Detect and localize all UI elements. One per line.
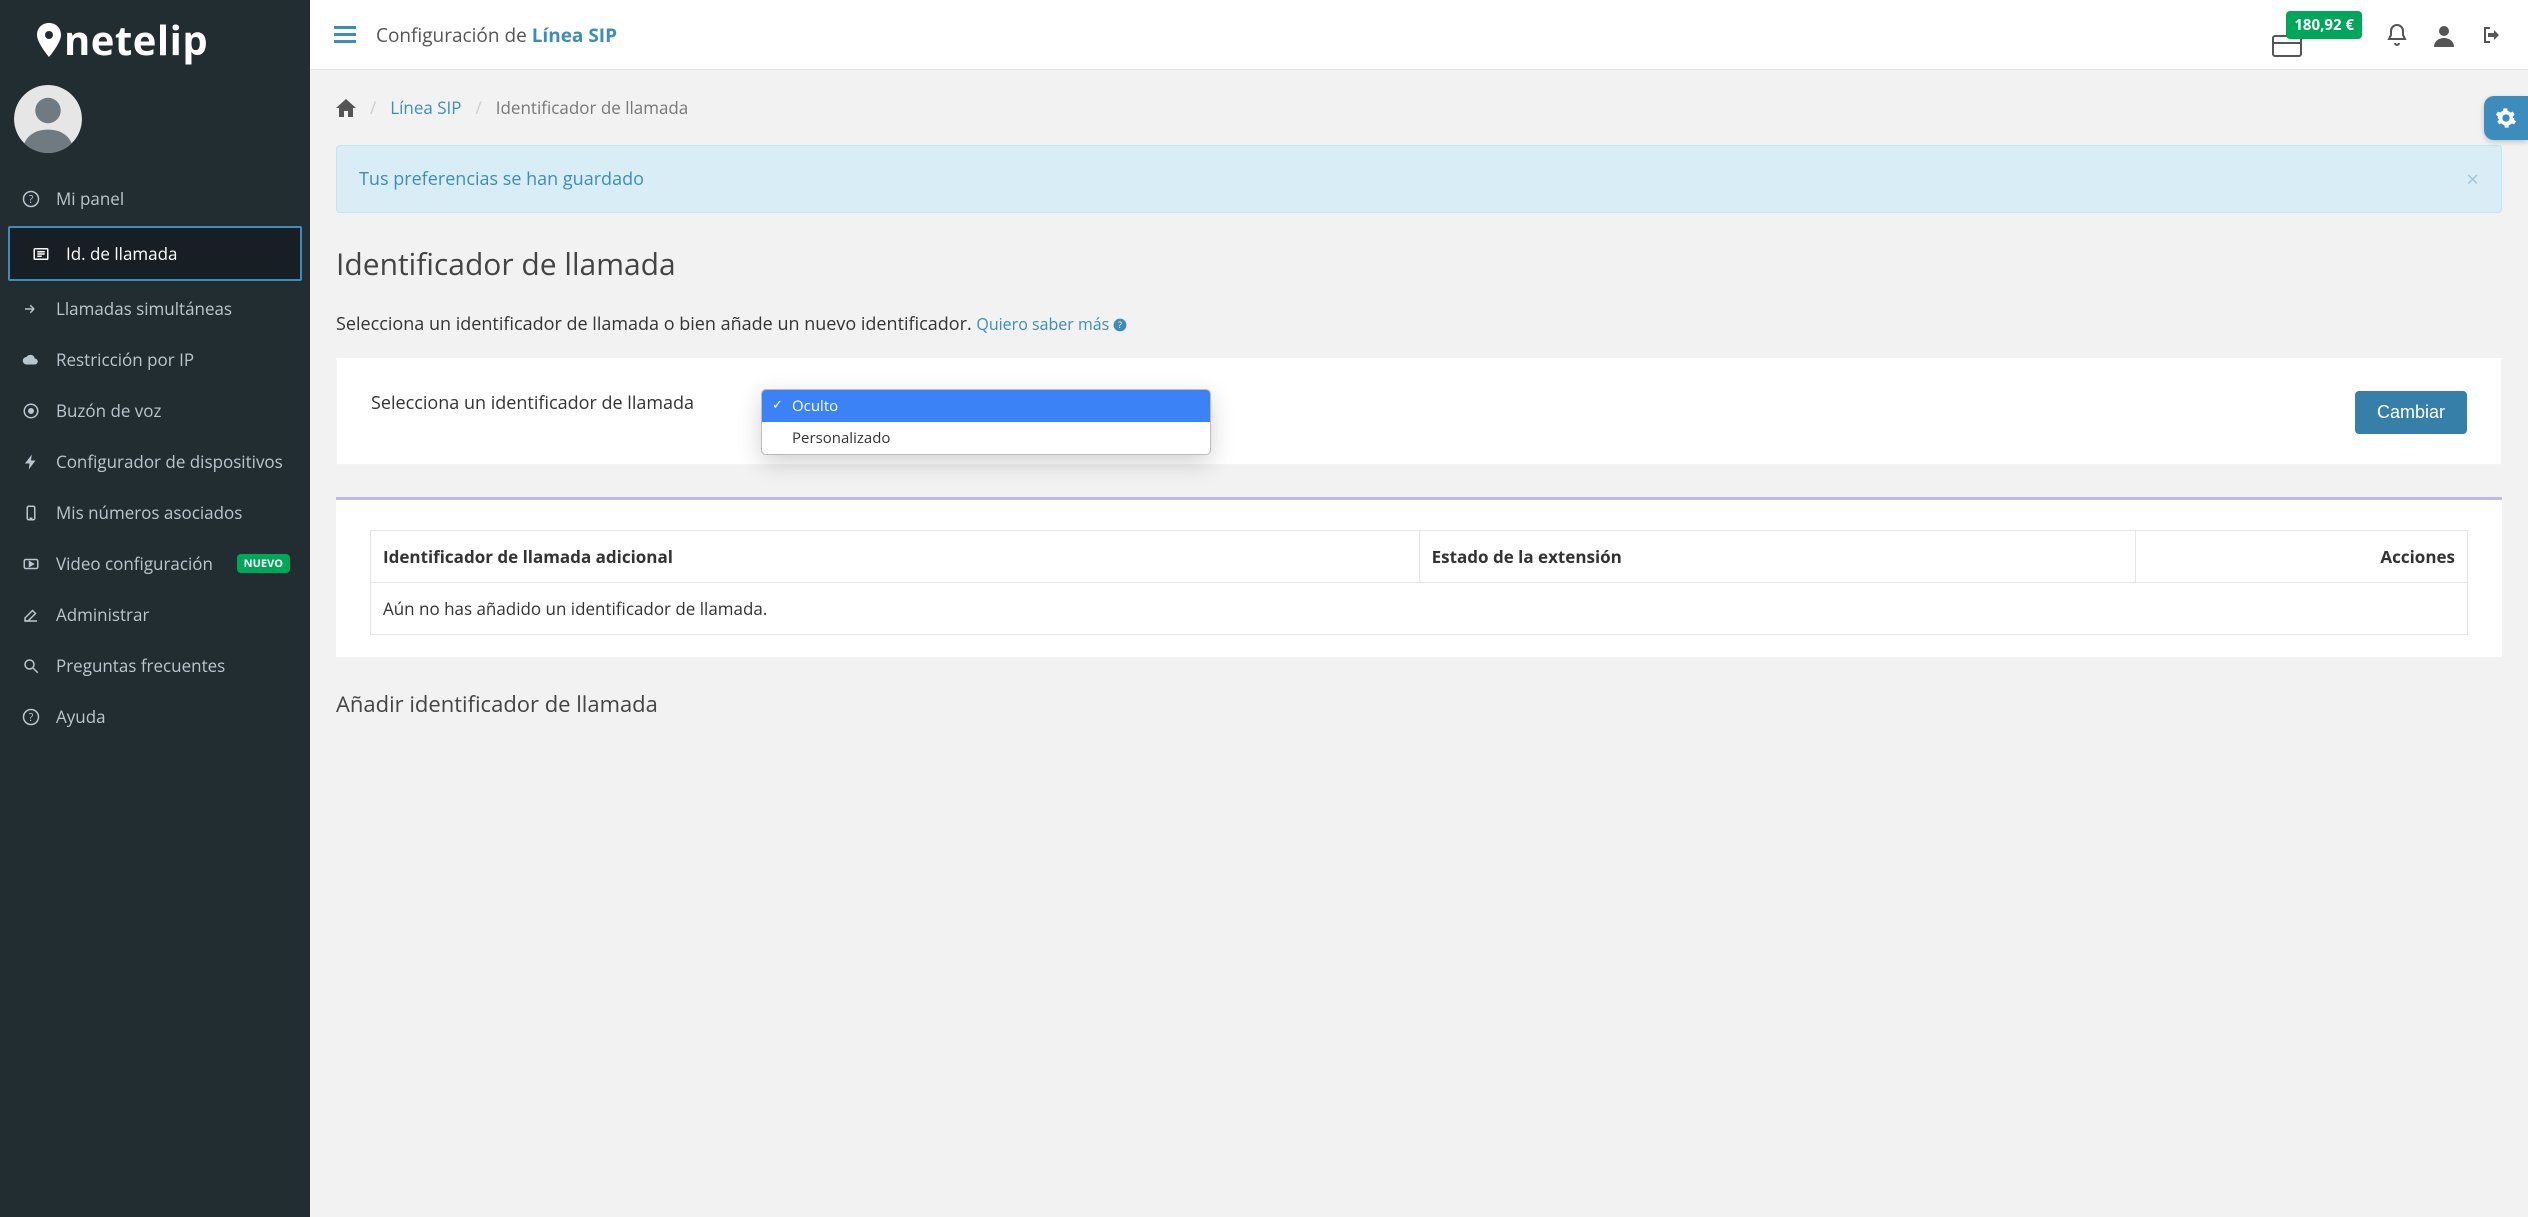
col-state: Estado de la extensión [1419, 531, 2136, 583]
table-row-empty: Aún no has añadido un identificador de l… [371, 583, 2468, 635]
pin-icon [36, 23, 62, 57]
phone-icon [20, 504, 42, 522]
breadcrumb: / Línea SIP / Identificador de llamada [336, 96, 2502, 119]
alert-success: Tus preferencias se han guardado × [336, 145, 2502, 213]
nav-buzon-voz[interactable]: Buzón de voz [0, 385, 310, 436]
settings-tab[interactable] [2484, 96, 2528, 140]
nav-menu: ? Mi panel Id. de llamada Llamadas simul… [0, 173, 310, 742]
nav-llamadas-simultaneas[interactable]: Llamadas simultáneas [0, 283, 310, 334]
play-icon [20, 555, 42, 573]
nav-numeros-asociados[interactable]: Mis números asociados [0, 487, 310, 538]
nav-mi-panel[interactable]: ? Mi panel [0, 173, 310, 224]
hamburger-icon[interactable] [334, 26, 356, 44]
brand-text: netelip [64, 12, 208, 67]
breadcrumb-link[interactable]: Línea SIP [390, 96, 461, 119]
id-card-icon [30, 245, 52, 263]
svg-text:?: ? [29, 192, 34, 206]
bell-icon[interactable] [2386, 23, 2408, 47]
balance-badge: 180,92 € [2286, 11, 2362, 39]
additional-ids-table: Identificador de llamada adicional Estad… [370, 530, 2468, 635]
col-actions: Acciones [2136, 531, 2468, 583]
logout-icon[interactable] [2480, 23, 2504, 47]
balance-widget[interactable]: 180,92 € [2286, 13, 2362, 57]
section-title: Identificador de llamada [336, 243, 2502, 284]
nav-label: Buzón de voz [56, 399, 162, 422]
nav-label: Configurador de dispositivos [56, 450, 283, 473]
home-icon[interactable] [336, 99, 356, 117]
col-id: Identificador de llamada adicional [371, 531, 1420, 583]
topbar-right: 180,92 € [2286, 13, 2504, 57]
cloud-icon [20, 351, 42, 369]
new-badge: NUEVO [237, 554, 290, 573]
nav-id-llamada[interactable]: Id. de llamada [8, 226, 302, 281]
nav-label: Video configuración [56, 552, 213, 575]
nav-administrar[interactable]: Administrar [0, 589, 310, 640]
separator: / [370, 96, 376, 119]
nav-video-config[interactable]: Video configuración NUEVO [0, 538, 310, 589]
bolt-icon [20, 453, 42, 471]
nav-label: Id. de llamada [66, 242, 177, 265]
nav-label: Mi panel [56, 187, 124, 210]
user-icon[interactable] [2432, 23, 2456, 47]
title-prefix: Configuración de [376, 22, 532, 48]
question-icon: ? [1113, 313, 1127, 335]
arrow-right-icon [20, 300, 42, 318]
gears-icon [2495, 107, 2517, 129]
nav-label: Llamadas simultáneas [56, 297, 232, 320]
record-icon [20, 402, 42, 420]
topbar: Configuración de Línea SIP 180,92 € [310, 0, 2528, 70]
avatar[interactable] [14, 85, 82, 153]
alert-text: Tus preferencias se han guardado [359, 167, 644, 191]
main: Configuración de Línea SIP 180,92 € / Lí… [310, 0, 2528, 1217]
nav-label: Administrar [56, 603, 149, 626]
alert-close-icon[interactable]: × [2466, 164, 2479, 194]
search-icon [20, 657, 42, 675]
select-label: Selecciona un identificador de llamada [371, 391, 711, 415]
title-accent: Línea SIP [532, 22, 617, 48]
avatar-container [0, 75, 310, 173]
dropdown-panel: Oculto Personalizado [761, 389, 1211, 455]
nav-restriccion-ip[interactable]: Restricción por IP [0, 334, 310, 385]
option-personalizado[interactable]: Personalizado [762, 422, 1210, 454]
nav-label: Ayuda [56, 705, 106, 728]
breadcrumb-current: Identificador de llamada [496, 96, 689, 119]
change-button[interactable]: Cambiar [2355, 391, 2467, 434]
sidebar: netelip ? Mi panel Id. de llamada Llamad… [0, 0, 310, 1217]
add-id-title: Añadir identificador de llamada [336, 689, 2502, 719]
nav-config-dispositivos[interactable]: Configurador de dispositivos [0, 436, 310, 487]
help-icon: ? [20, 708, 42, 726]
select-panel: Selecciona un identificador de llamada O… [336, 358, 2502, 465]
separator: / [476, 96, 482, 119]
additional-ids-panel: Identificador de llamada adicional Estad… [336, 497, 2502, 657]
content: / Línea SIP / Identificador de llamada T… [310, 70, 2528, 759]
nav-ayuda[interactable]: ? Ayuda [0, 691, 310, 742]
edit-icon [20, 606, 42, 624]
question-circle-icon: ? [20, 190, 42, 208]
empty-message: Aún no has añadido un identificador de l… [371, 583, 2468, 635]
nav-label: Restricción por IP [56, 348, 194, 371]
instruction-text: Selecciona un identificador de llamada o… [336, 312, 2502, 336]
learn-more-link[interactable]: Quiero saber más ? [976, 313, 1127, 335]
option-oculto[interactable]: Oculto [762, 390, 1210, 422]
brand-logo[interactable]: netelip [0, 0, 310, 75]
nav-label: Preguntas frecuentes [56, 654, 225, 677]
svg-text:?: ? [1119, 319, 1123, 331]
page-title: Configuración de Línea SIP [376, 22, 617, 48]
learn-more-text: Quiero saber más [976, 313, 1109, 335]
nav-label: Mis números asociados [56, 501, 242, 524]
svg-text:?: ? [29, 710, 34, 724]
nav-preguntas-frecuentes[interactable]: Preguntas frecuentes [0, 640, 310, 691]
instruction-main: Selecciona un identificador de llamada o… [336, 312, 976, 336]
